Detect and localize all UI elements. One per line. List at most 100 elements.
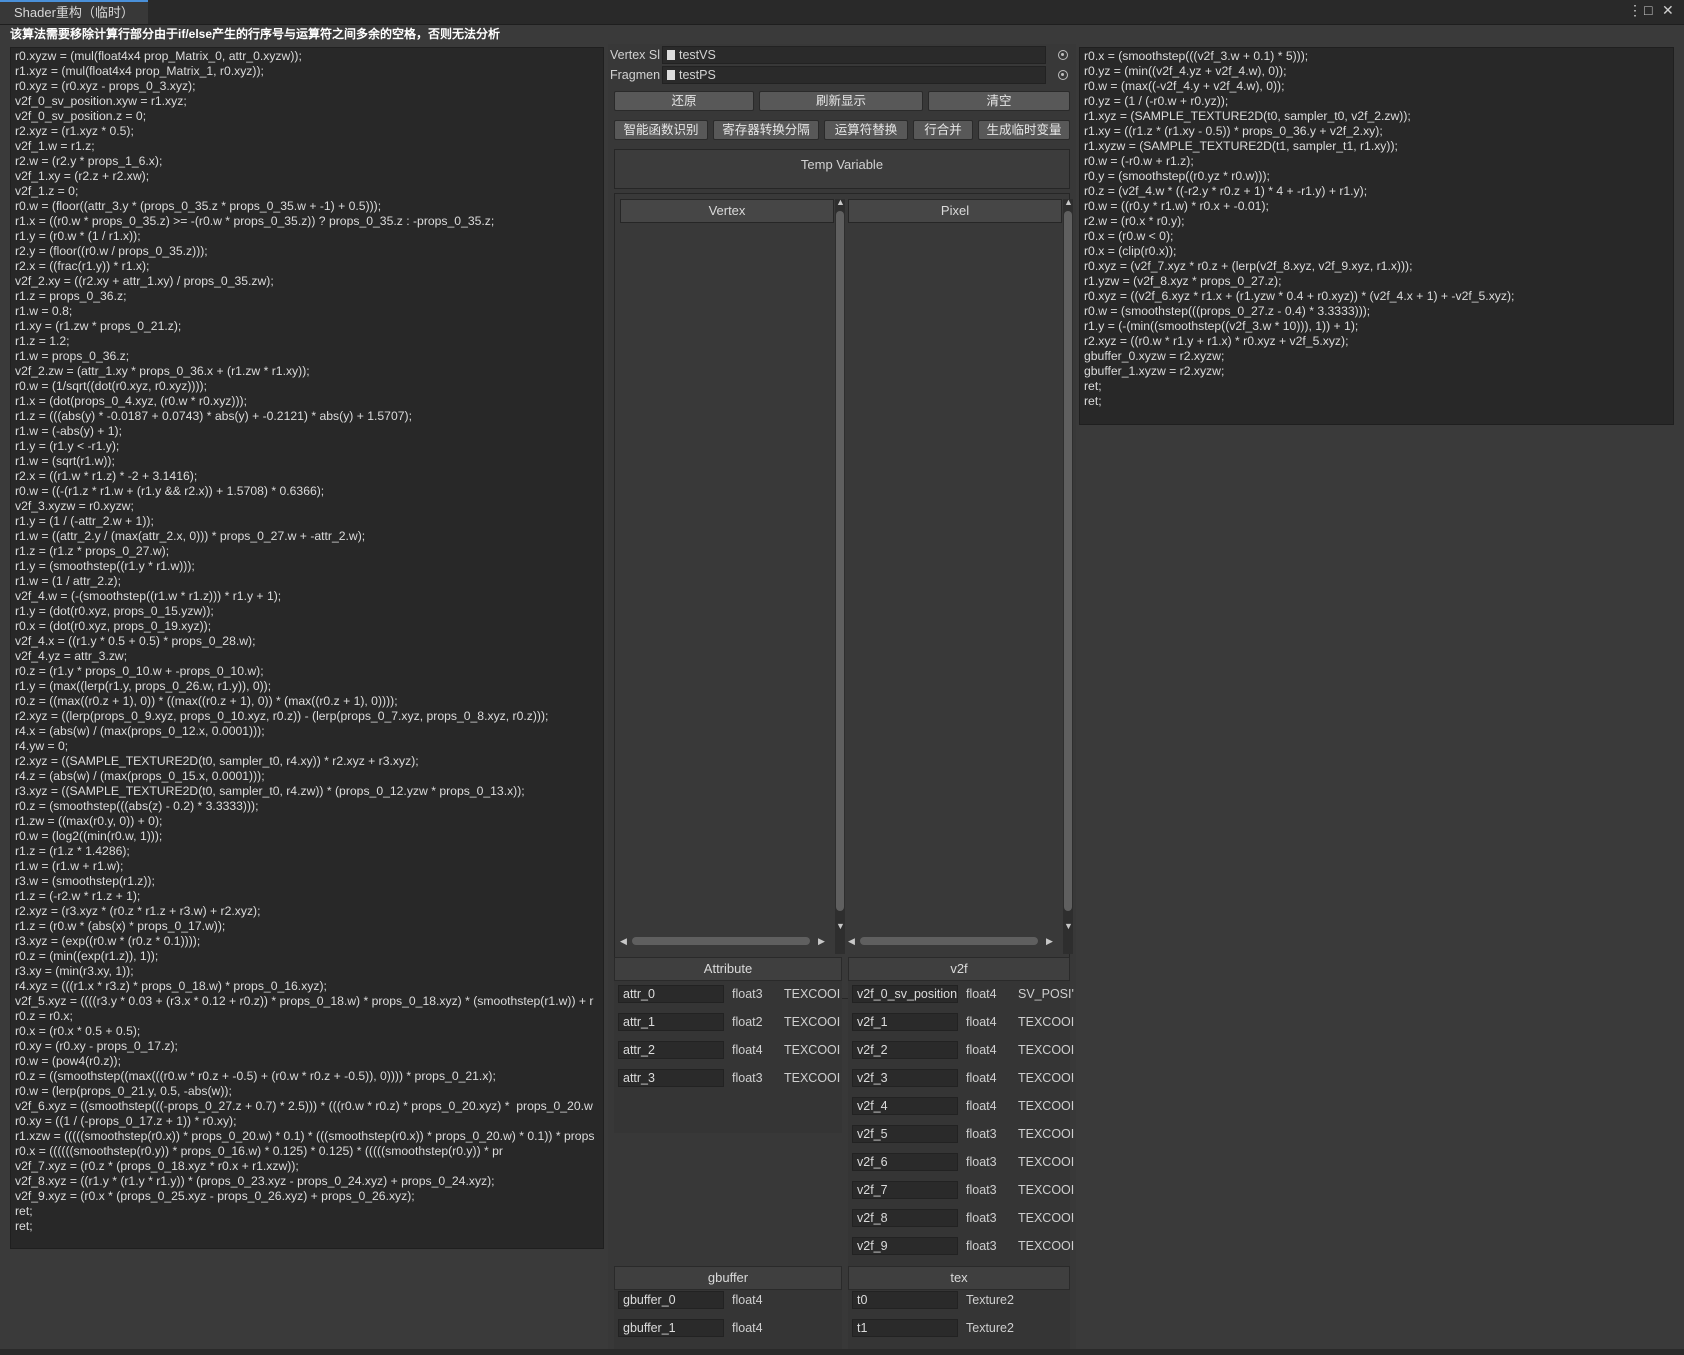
tex-section: tex t0 Texture2 t1 Texture2 xyxy=(848,1266,1070,1355)
code-line: r1.yzw = (v2f_8.xyz * props_0_27.z); xyxy=(1084,274,1282,288)
maximize-icon[interactable]: □ xyxy=(1644,2,1652,18)
v2f-section: v2f v2f_0_sv_position float4 SV_POSI' v2f_1… xyxy=(848,957,1074,1297)
code-line: r0.y = (smoothstep((r0.yz * r0.w))); xyxy=(1084,169,1270,183)
code-line: r0.z = ((smoothstep((max(((r0.w * r0.z +… xyxy=(15,1069,496,1083)
fragment-shader-field[interactable]: testPS xyxy=(662,66,1046,84)
code-line: r0.w = (1/sqrt((dot(r0.xyz, r0.xyz)))); xyxy=(15,379,207,393)
clear-button[interactable]: 清空 xyxy=(928,91,1070,111)
code-line: r0.w = (pow4(r0.z)); xyxy=(15,1054,121,1068)
code-line: ret; xyxy=(15,1219,33,1233)
scroll-thumb[interactable] xyxy=(1064,211,1072,911)
pixel-hscroll-thumb[interactable] xyxy=(860,937,1038,945)
v2f-name-field[interactable]: v2f_8 xyxy=(852,1209,958,1227)
attribute-name-field[interactable]: attr_1 xyxy=(618,1013,724,1031)
gbuffer-name-field[interactable]: gbuffer_1 xyxy=(618,1319,724,1337)
code-line: r0.x = (clip(r0.x)); xyxy=(1084,244,1177,258)
code-line: r3.xyz = (exp((r0.w * (r0.z * 0.1)))); xyxy=(15,934,201,948)
scroll-right-icon[interactable]: ▶ xyxy=(818,936,825,946)
attribute-section: Attribute attr_0 float3 TEXCOOI attr_1 float… xyxy=(614,957,842,1133)
code-line: v2f_2.xy = ((r2.xy + attr_1.xy) / props_… xyxy=(15,274,274,288)
refresh-button[interactable]: 刷新显示 xyxy=(759,91,923,111)
v2f-name-field[interactable]: v2f_0_sv_position xyxy=(852,985,958,1003)
attribute-name-field[interactable]: attr_0 xyxy=(618,985,724,1003)
vertex-shader-label: Vertex Sl xyxy=(610,48,661,62)
code-line: r1.y = (r0.w * (1 / r1.x)); xyxy=(15,229,141,243)
v2f-name-field[interactable]: v2f_7 xyxy=(852,1181,958,1199)
gbuffer-type: float4 xyxy=(732,1293,763,1307)
v2f-name-field[interactable]: v2f_3 xyxy=(852,1069,958,1087)
tab-pixel[interactable]: Pixel xyxy=(848,199,1062,223)
attribute-semantic: TEXCOOI xyxy=(784,1043,841,1057)
operator-replace-button[interactable]: 运算符替换 xyxy=(824,120,908,140)
smart-function-button[interactable]: 智能函数识别 xyxy=(614,120,708,140)
generate-temp-button[interactable]: 生成临时变量 xyxy=(978,120,1070,140)
code-line: gbuffer_0.xyzw = r2.xyzw; xyxy=(1084,349,1225,363)
scroll-thumb[interactable] xyxy=(836,211,844,911)
scroll-down-icon[interactable]: ▼ xyxy=(1064,921,1073,931)
code-line: ret; xyxy=(1084,394,1102,408)
v2f-name-field[interactable]: v2f_9 xyxy=(852,1237,958,1255)
code-line: r2.x = ((r1.w * r1.z) * -2 + 3.1416); xyxy=(15,469,198,483)
more-options-icon[interactable]: ⋮ xyxy=(1628,2,1642,19)
code-line: r3.w = (smoothstep(r1.z)); xyxy=(15,874,155,888)
tex-name-field[interactable]: t0 xyxy=(852,1291,958,1309)
gbuffer-section: gbuffer gbuffer_0 float4 gbuffer_1 float4 xyxy=(614,1266,842,1355)
scroll-down-icon[interactable]: ▼ xyxy=(836,921,845,931)
close-icon[interactable]: ✕ xyxy=(1662,2,1674,19)
vertex-code-panel[interactable]: r0.xyzw = (mul(float4x4 prop_Matrix_0, a… xyxy=(10,47,604,1249)
v2f-name-field[interactable]: v2f_6 xyxy=(852,1153,958,1171)
scroll-left-icon[interactable]: ◀ xyxy=(848,936,855,946)
code-line: r3.xy = (min(r3.xy, 1)); xyxy=(15,964,134,978)
code-line: r1.xyzw = (SAMPLE_TEXTURE2D(t1, sampler_… xyxy=(1084,139,1398,153)
attribute-name-field[interactable]: attr_2 xyxy=(618,1041,724,1059)
code-line: r1.z = (r1.z * props_0_27.w); xyxy=(15,544,170,558)
restore-button[interactable]: 还原 xyxy=(614,91,754,111)
vertex-shader-field[interactable]: testVS xyxy=(662,46,1046,64)
v2f-type: float4 xyxy=(966,987,997,1001)
vertex-list-scrollbar[interactable] xyxy=(835,199,845,954)
code-line: v2f_8.xyz = ((r1.y * (r1.y * r1.y)) * (p… xyxy=(15,1174,495,1188)
object-picker-icon[interactable] xyxy=(1058,70,1068,80)
code-line: v2f_1.xy = (r2.z + r2.xw); xyxy=(15,169,150,183)
gbuffer-name-field[interactable]: gbuffer_0 xyxy=(618,1291,724,1309)
code-line: r1.xy = ((r1.z * (r1.xy - 0.5)) * props_… xyxy=(1084,124,1383,138)
scroll-up-icon[interactable]: ▲ xyxy=(836,197,845,207)
v2f-type: float3 xyxy=(966,1211,997,1225)
line-merge-button[interactable]: 行合并 xyxy=(913,120,973,140)
code-line: r1.x = (dot(props_0_4.xyz, (r0.w * r0.xy… xyxy=(15,394,247,408)
pixel-code-panel[interactable]: r0.x = (smoothstep(((v2f_3.w + 0.1) * 5)… xyxy=(1079,47,1674,425)
code-line: r2.w = (r0.x * r0.y); xyxy=(1084,214,1185,228)
object-picker-icon[interactable] xyxy=(1058,50,1068,60)
register-split-button[interactable]: 寄存器转换分隔 xyxy=(713,120,819,140)
code-line: r0.z = (smoothstep(((abs(z) - 0.2) * 3.3… xyxy=(15,799,259,813)
code-line: r0.w = (-r0.w + r1.z); xyxy=(1084,154,1194,168)
v2f-name-field[interactable]: v2f_4 xyxy=(852,1097,958,1115)
v2f-name-field[interactable]: v2f_2 xyxy=(852,1041,958,1059)
scroll-left-icon[interactable]: ◀ xyxy=(620,936,627,946)
code-line: r1.z = (r1.z * 1.4286); xyxy=(15,844,130,858)
code-line: r1.y = (1 / (-attr_2.w + 1)); xyxy=(15,514,154,528)
code-line: r0.z = (r1.y * props_0_10.w + -props_0_1… xyxy=(15,664,264,678)
window-tab[interactable]: Shader重构（临时） xyxy=(0,0,148,24)
attribute-name-field[interactable]: attr_3 xyxy=(618,1069,724,1087)
tex-name-field[interactable]: t1 xyxy=(852,1319,958,1337)
file-icon xyxy=(667,70,675,80)
attribute-type: float2 xyxy=(732,1015,763,1029)
code-line: r2.y = (floor((r0.w / props_0_35.z))); xyxy=(15,244,208,258)
code-line: r0.x = (r0.x * 0.5 + 0.5); xyxy=(15,1024,141,1038)
v2f-name-field[interactable]: v2f_1 xyxy=(852,1013,958,1031)
tab-vertex[interactable]: Vertex xyxy=(620,199,834,223)
attribute-type: float3 xyxy=(732,1071,763,1085)
vertex-hscroll-thumb[interactable] xyxy=(632,937,810,945)
vertex-shader-value: testVS xyxy=(679,48,716,62)
code-line: r1.y = (max((lerp(r1.y, props_0_26.w, r1… xyxy=(15,679,272,693)
pixel-list-scrollbar[interactable] xyxy=(1063,199,1073,954)
scroll-right-icon[interactable]: ▶ xyxy=(1046,936,1053,946)
v2f-name-field[interactable]: v2f_5 xyxy=(852,1125,958,1143)
v2f-header: v2f xyxy=(848,957,1070,981)
code-line: r4.x = (abs(w) / (max(props_0_12.x, 0.00… xyxy=(15,724,265,738)
v2f-type: float4 xyxy=(966,1071,997,1085)
v2f-type: float3 xyxy=(966,1155,997,1169)
temp-variable-box: Temp Variable xyxy=(614,149,1070,189)
scroll-up-icon[interactable]: ▲ xyxy=(1064,197,1073,207)
